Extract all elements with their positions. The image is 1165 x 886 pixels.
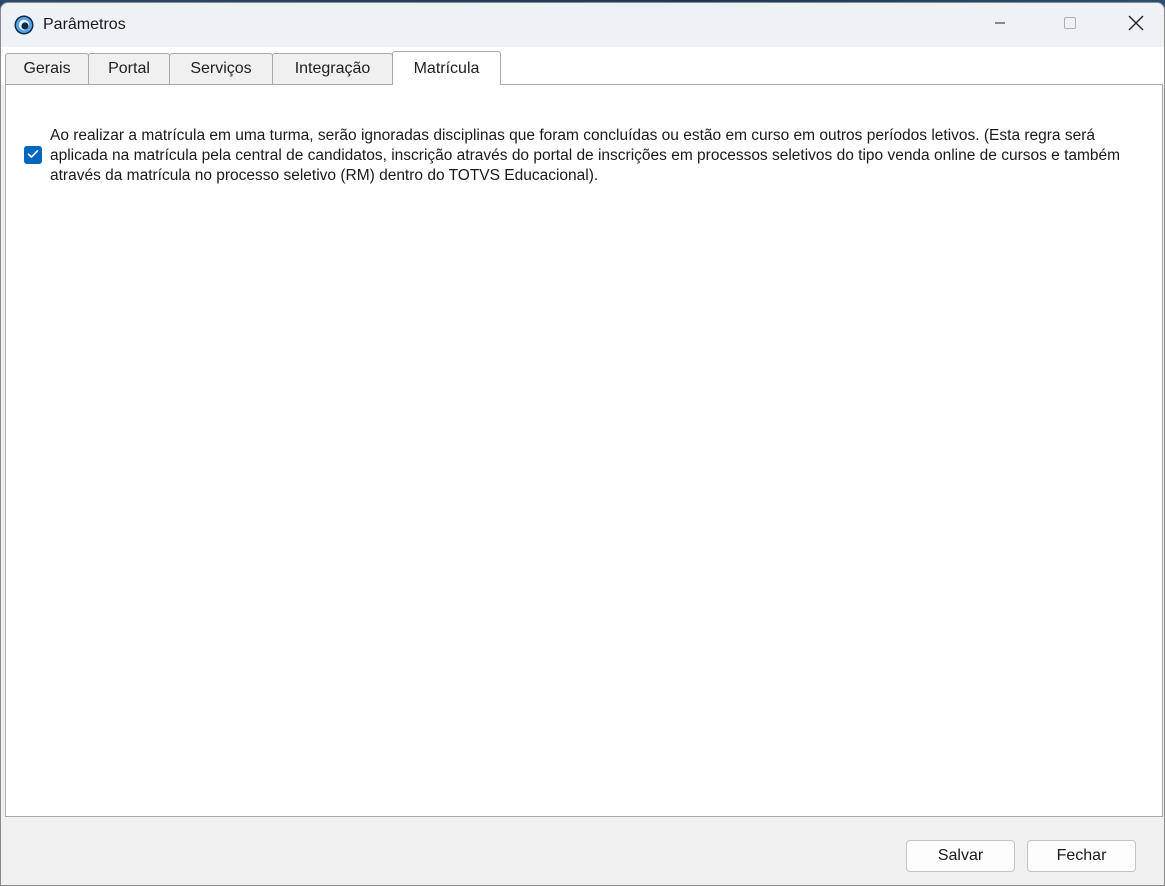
maximize-icon <box>1063 16 1077 35</box>
tab-servicos[interactable]: Serviços <box>169 53 273 84</box>
window-title: Parâmetros <box>43 16 126 33</box>
checkbox-label[interactable]: Ao realizar a matrícula em uma turma, se… <box>50 126 1150 186</box>
ignore-concluded-disciplines-checkbox[interactable] <box>24 146 42 164</box>
tab-matricula[interactable]: Matrícula <box>392 51 501 85</box>
save-button[interactable]: Salvar <box>906 840 1015 872</box>
parametros-dialog: Parâmetros Gerais Portal Serviços Integr… <box>0 2 1165 886</box>
close-window-button[interactable] <box>1105 3 1164 47</box>
tab-label: Matrícula <box>413 59 480 77</box>
close-icon <box>1128 15 1144 36</box>
tab-integracao[interactable]: Integração <box>272 53 393 84</box>
maximize-button[interactable] <box>1035 3 1105 47</box>
title-bar[interactable]: Parâmetros <box>1 3 1164 47</box>
minimize-button[interactable] <box>965 3 1035 47</box>
app-logo-icon <box>14 15 34 35</box>
tab-label: Integração <box>294 60 371 77</box>
tab-label: Serviços <box>190 60 252 77</box>
tab-strip: Gerais Portal Serviços Integração Matríc… <box>1 47 1164 85</box>
tab-label: Portal <box>108 60 150 77</box>
checkmark-icon <box>27 146 39 164</box>
tab-gerais[interactable]: Gerais <box>5 53 89 84</box>
tab-label: Gerais <box>23 60 71 77</box>
minimize-icon <box>994 16 1006 34</box>
tab-panel-matricula: Ao realizar a matrícula em uma turma, se… <box>5 85 1163 817</box>
tab-portal[interactable]: Portal <box>88 53 170 84</box>
close-button[interactable]: Fechar <box>1027 840 1136 872</box>
